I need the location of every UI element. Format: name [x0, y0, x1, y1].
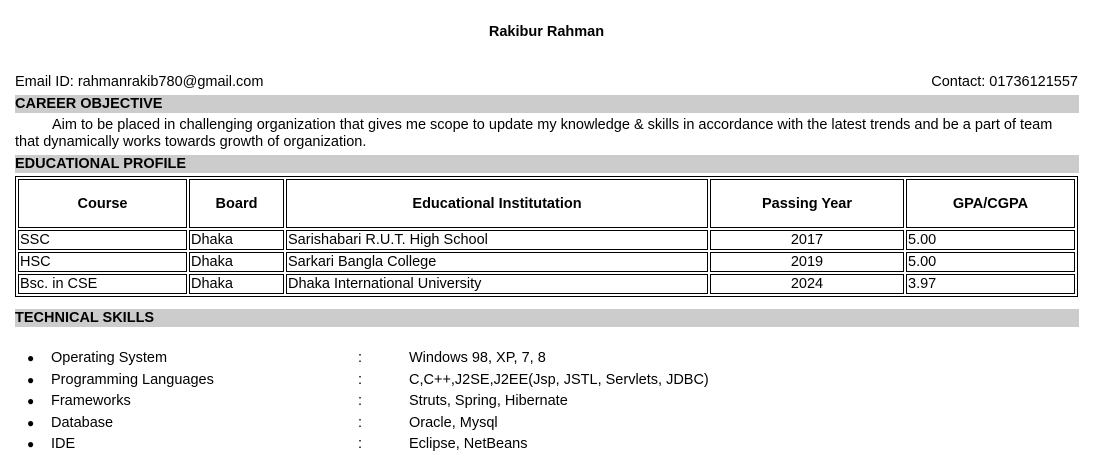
skill-separator: : [358, 350, 363, 366]
skill-key: Operating System [51, 350, 168, 366]
cell-passing-year: 2017 [710, 230, 904, 250]
table-row: HSC Dhaka Sarkari Bangla College 2019 5.… [18, 252, 1075, 272]
skill-value: Oracle, Mysql [409, 414, 498, 431]
skill-value: Eclipse, NetBeans [409, 436, 528, 453]
cell-institution: Sarkari Bangla College [286, 252, 708, 272]
cell-institution: Sarishabari R.U.T. High School [286, 230, 708, 250]
bullet-icon: ● [27, 415, 35, 430]
section-technical-skills: TECHNICAL SKILLS [15, 309, 1079, 327]
skill-value: Struts, Spring, Hibernate [409, 393, 568, 410]
contact-text: Contact: 01736121557 [931, 74, 1078, 90]
skill-separator: : [358, 414, 363, 431]
cell-gpa: 3.97 [906, 274, 1075, 294]
bullet-icon: ● [27, 372, 35, 387]
cell-gpa: 5.00 [906, 230, 1075, 250]
skill-separator: : [358, 436, 363, 453]
cell-course: SSC [18, 230, 187, 250]
skills-list: ● Operating System : Windows 98, XP, 7, … [15, 348, 1015, 456]
bullet-icon: ● [27, 394, 35, 409]
cell-course: HSC [18, 252, 187, 272]
skill-key: Programming Languages [51, 371, 214, 388]
column-header-board: Board [189, 179, 284, 228]
list-item: ● Operating System : Windows 98, XP, 7, … [15, 348, 1015, 370]
skill-separator: : [358, 393, 363, 410]
cell-board: Dhaka [189, 274, 284, 294]
cell-course: Bsc. in CSE [18, 274, 187, 294]
skill-key: Frameworks [51, 393, 131, 410]
section-educational-profile: EDUCATIONAL PROFILE [15, 155, 1079, 173]
cell-institution: Dhaka International University [286, 274, 708, 294]
section-career-objective: CAREER OBJECTIVE [15, 95, 1079, 113]
column-header-course: Course [18, 179, 187, 228]
bullet-icon: ● [27, 437, 35, 452]
cell-passing-year: 2019 [710, 252, 904, 272]
cell-board: Dhaka [189, 252, 284, 272]
list-item: ● Programming Languages : C,C++,J2SE,J2E… [15, 370, 1015, 392]
table-header-row: Course Board Educational Institutation P… [18, 179, 1075, 228]
skill-separator: : [358, 371, 363, 388]
contact-row: Email ID: rahmanrakib780@gmail.com Conta… [15, 74, 1078, 92]
cell-passing-year: 2024 [710, 274, 904, 294]
education-table: Course Board Educational Institutation P… [15, 176, 1078, 297]
skill-key: Database [51, 414, 114, 431]
table-row: SSC Dhaka Sarishabari R.U.T. High School… [18, 230, 1075, 250]
cell-board: Dhaka [189, 230, 284, 250]
column-header-passing-year: Passing Year [710, 179, 904, 228]
career-objective-text: Aim to be placed in challenging organiza… [15, 117, 1053, 150]
email-text: Email ID: rahmanrakib780@gmail.com [15, 74, 264, 90]
table-row: Bsc. in CSE Dhaka Dhaka International Un… [18, 274, 1075, 294]
cell-gpa: 5.00 [906, 252, 1075, 272]
column-header-institution: Educational Institutation [286, 179, 708, 228]
column-header-gpa: GPA/CGPA [906, 179, 1075, 228]
list-item: ● Database : Oracle, Mysql [15, 413, 1015, 435]
resume-name: Rakibur Rahman [488, 24, 605, 40]
list-item: ● IDE : Eclipse, NetBeans [15, 434, 1015, 456]
skill-value: C,C++,J2SE,J2EE(Jsp, JSTL, Servlets, JDB… [409, 371, 709, 388]
skill-value: Windows 98, XP, 7, 8 [409, 350, 546, 366]
skill-key: IDE [51, 436, 76, 453]
bullet-icon: ● [27, 351, 35, 365]
list-item: ● Frameworks : Struts, Spring, Hibernate [15, 391, 1015, 413]
